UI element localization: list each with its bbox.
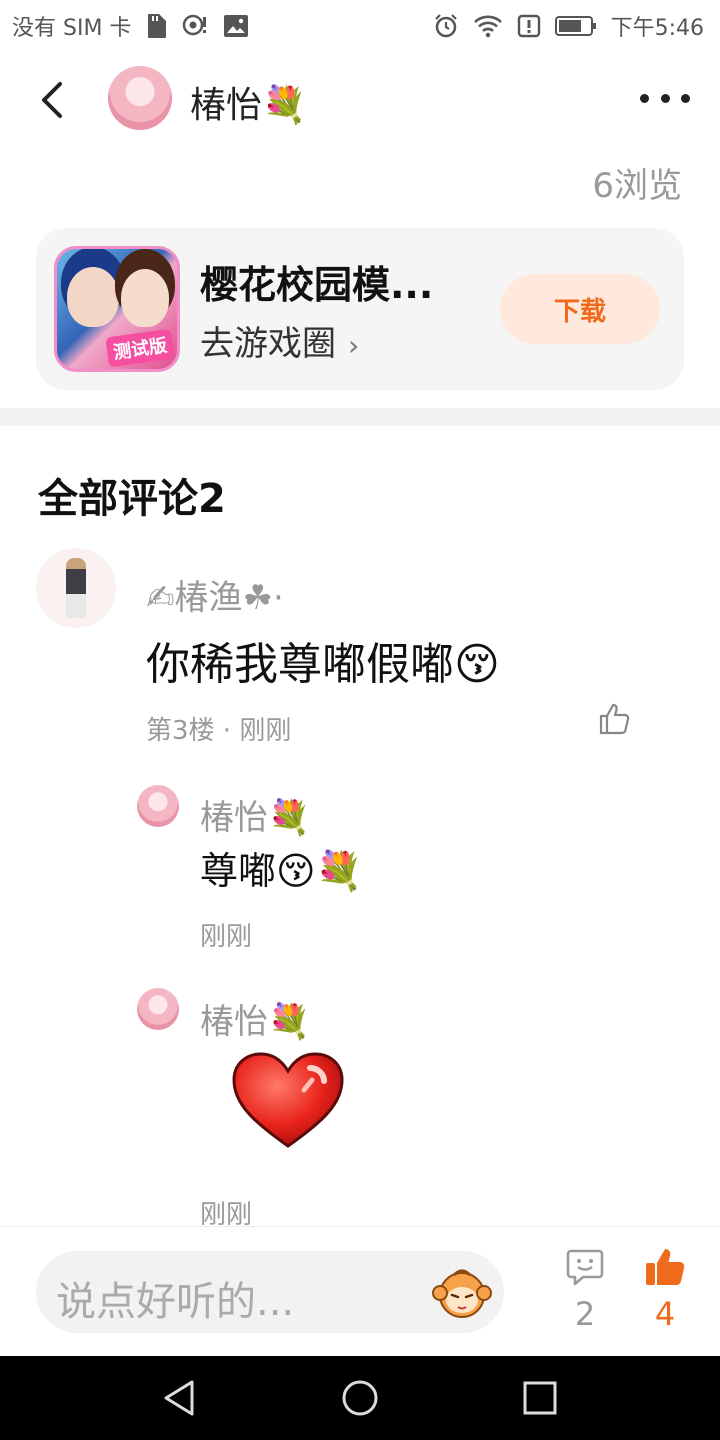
game-title[interactable]: 樱花校园模... — [200, 254, 433, 309]
bottom-action-bar: 说点好听的... 2 4 — [0, 1226, 720, 1357]
beta-badge: 测试版 — [105, 328, 175, 368]
reply-name[interactable]: 椿怡💐 — [200, 790, 310, 839]
author-avatar[interactable] — [108, 66, 172, 130]
section-divider — [0, 408, 720, 426]
alarm-icon — [434, 14, 457, 38]
dot-icon — [681, 93, 690, 103]
reply-time: 刚刚 — [200, 922, 253, 952]
comment-input-placeholder: 说点好听的... — [56, 1279, 295, 1325]
game-icon[interactable]: 测试版 — [54, 246, 180, 372]
comment-text: 你稀我尊嘟假嘟😚 — [146, 639, 500, 690]
like-count: 4 — [654, 1295, 676, 1333]
view-count: 6浏览 — [592, 166, 682, 206]
comment-input[interactable]: 说点好听的... — [36, 1251, 504, 1333]
comment-count-button[interactable]: 2 — [560, 1247, 610, 1333]
heart-sticker-icon — [232, 1052, 344, 1148]
comments-title: 全部评论2 — [38, 476, 226, 522]
download-button[interactable]: 下载 — [500, 274, 660, 344]
character-illustration — [121, 269, 169, 327]
status-bar: 没有 SIM 卡 下午5:46 — [0, 0, 720, 50]
author-name[interactable]: 椿怡💐 — [190, 76, 307, 128]
wifi-icon — [473, 15, 502, 38]
commenter-name[interactable]: ✍椿渔☘· — [146, 570, 284, 619]
reply-avatar[interactable] — [137, 988, 179, 1030]
location-icon — [183, 14, 207, 36]
chevron-right-icon: › — [348, 329, 360, 362]
dot-icon — [660, 93, 670, 103]
back-triangle-icon[interactable] — [160, 1378, 200, 1418]
game-circle-link[interactable]: 去游戏圈 › — [200, 316, 359, 365]
comment-meta: 第3楼 · 刚刚 — [146, 716, 292, 746]
reply-avatar[interactable] — [137, 785, 179, 827]
thumbs-up-filled-icon — [646, 1249, 685, 1285]
clock: 下午5:46 — [610, 16, 704, 41]
image-icon — [224, 15, 249, 37]
dot-icon — [640, 93, 649, 103]
character-illustration — [67, 267, 119, 327]
reply-text: 尊嘟😚💐 — [200, 849, 363, 893]
comment-bubble-icon — [566, 1249, 604, 1286]
thumbs-up-icon[interactable] — [598, 702, 632, 736]
sd-card-icon — [148, 14, 167, 38]
game-card[interactable]: 测试版 樱花校园模... 去游戏圈 › 下载 — [36, 228, 684, 390]
game-circle-label: 去游戏圈 — [200, 324, 336, 364]
avatar-figure — [66, 558, 86, 618]
battery-icon — [554, 16, 596, 36]
commenter-avatar[interactable] — [36, 548, 116, 628]
alert-icon — [517, 14, 540, 38]
carrier-label: 没有 SIM 卡 — [12, 16, 132, 41]
reply-name[interactable]: 椿怡💐 — [200, 994, 310, 1043]
post-header: 椿怡💐 — [0, 62, 720, 142]
more-options-button[interactable] — [640, 88, 690, 108]
like-count-button[interactable]: 4 — [640, 1247, 690, 1333]
comment-count: 2 — [574, 1295, 596, 1333]
emoji-monkey-icon[interactable] — [432, 1265, 492, 1319]
system-nav-bar — [0, 1356, 720, 1440]
home-circle-icon[interactable] — [340, 1378, 380, 1418]
back-button[interactable] — [34, 80, 74, 120]
recents-square-icon[interactable] — [520, 1378, 560, 1418]
